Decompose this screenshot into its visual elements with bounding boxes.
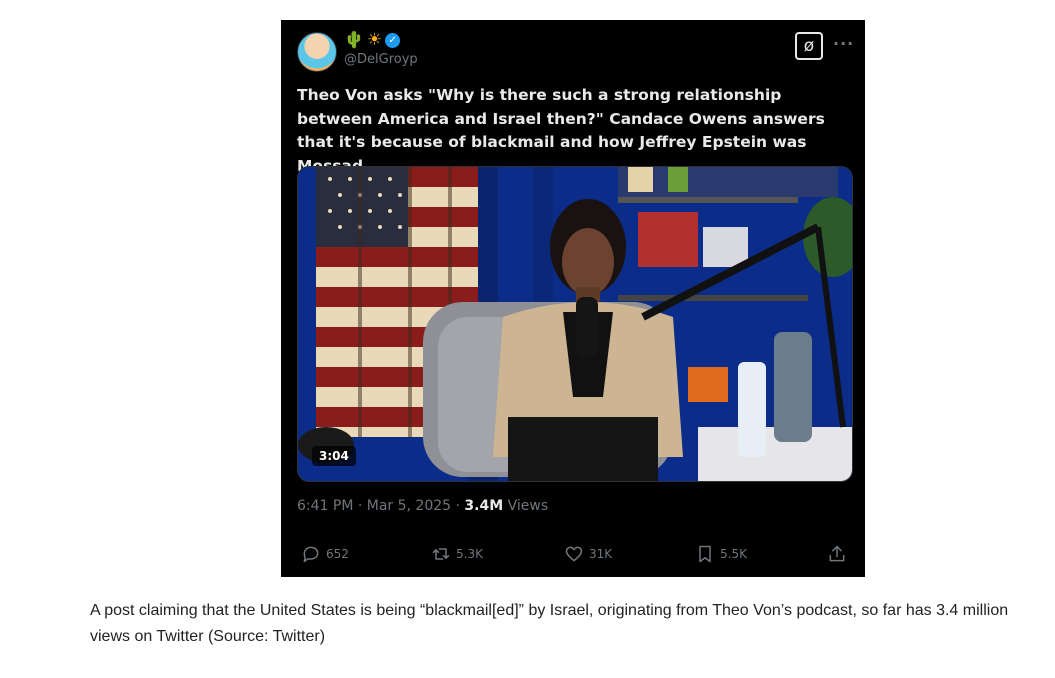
avatar[interactable] xyxy=(297,32,337,72)
share-button[interactable] xyxy=(827,544,847,564)
action-bar: 652 5.3K 31K 5.5K xyxy=(297,544,853,568)
views-label: Views xyxy=(503,498,549,514)
reply-button[interactable]: 652 xyxy=(301,544,349,564)
reply-count: 652 xyxy=(326,547,349,561)
grok-icon[interactable]: ø xyxy=(795,32,823,60)
more-icon[interactable]: ··· xyxy=(833,34,854,53)
repost-button[interactable]: 5.3K xyxy=(431,544,483,564)
bookmark-count: 5.5K xyxy=(720,547,747,561)
video-duration: 3:04 xyxy=(312,446,356,466)
user-handle[interactable]: @DelGroyp xyxy=(344,52,418,67)
image-caption: A post claiming that the United States i… xyxy=(90,602,1009,645)
bookmark-icon xyxy=(699,545,711,563)
verified-badge-icon: ✓ xyxy=(385,32,401,48)
sun-emoji: ☀ xyxy=(366,30,383,50)
timestamp[interactable]: 6:41 PM · Mar 5, 2025 · xyxy=(297,498,464,514)
tweet-card: 🌵 ☀ ✓ @DelGroyp ø ··· Theo Von asks "Why… xyxy=(281,20,865,577)
like-button[interactable]: 31K xyxy=(564,544,612,564)
repost-count: 5.3K xyxy=(456,547,483,561)
views-count: 3.4M xyxy=(464,498,504,514)
tweet-text: Theo Von asks "Why is there such a stron… xyxy=(297,86,825,175)
reply-icon xyxy=(303,546,319,563)
video-player[interactable]: 3:04 xyxy=(297,166,853,482)
tweet-meta: 6:41 PM · Mar 5, 2025 · 3.4M Views xyxy=(297,498,548,514)
like-icon xyxy=(565,546,583,562)
bookmark-button[interactable]: 5.5K xyxy=(695,544,747,564)
cactus-emoji: 🌵 xyxy=(344,30,364,49)
video-thumbnail xyxy=(298,167,852,481)
like-count: 31K xyxy=(589,547,613,561)
repost-icon xyxy=(432,548,450,560)
share-icon xyxy=(829,545,845,562)
display-name[interactable]: 🌵 ☀ ✓ xyxy=(344,30,401,50)
